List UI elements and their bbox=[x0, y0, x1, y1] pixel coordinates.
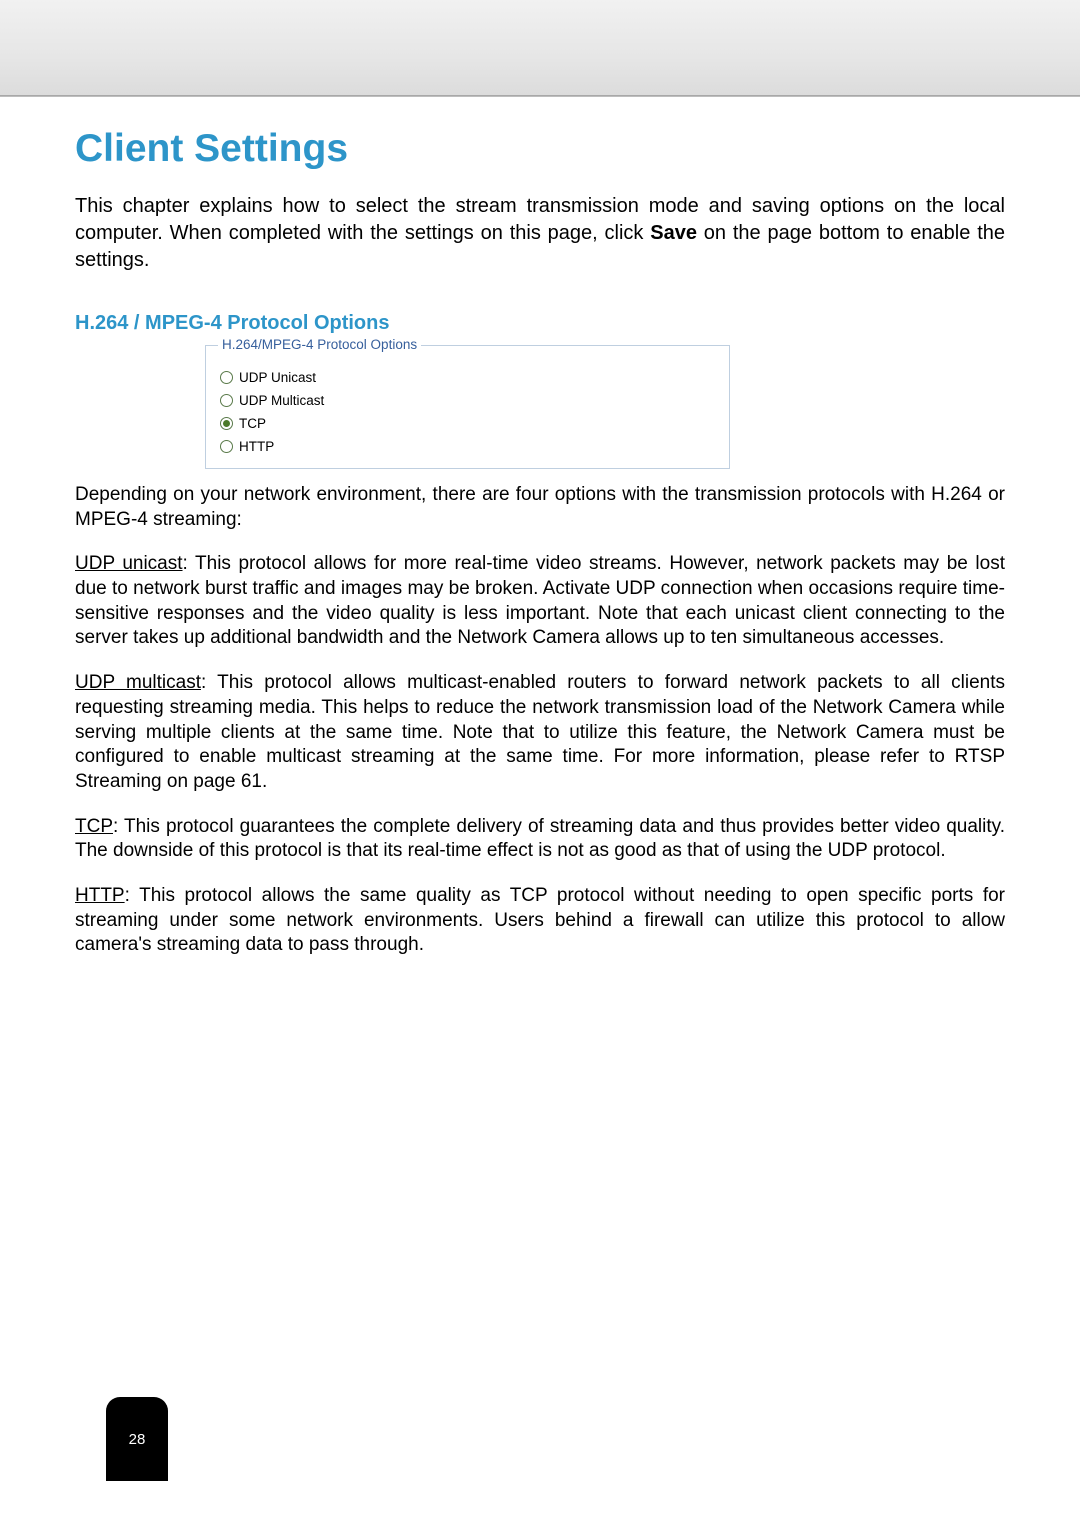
text-tcp: : This protocol guarantees the complete … bbox=[75, 816, 1005, 862]
page-content: Client Settings This chapter explains ho… bbox=[0, 97, 1080, 958]
fieldset-legend: H.264/MPEG-4 Protocol Options bbox=[218, 337, 421, 352]
paragraph-http: HTTP: This protocol allows the same qual… bbox=[75, 884, 1005, 958]
fieldset-box: H.264/MPEG-4 Protocol Options UDP Unicas… bbox=[205, 345, 730, 469]
paragraph-tcp: TCP: This protocol guarantees the comple… bbox=[75, 815, 1005, 864]
option-udp-multicast[interactable]: UDP Multicast bbox=[220, 389, 715, 412]
paragraph-lead: Depending on your network environment, t… bbox=[75, 483, 1005, 532]
text-udp-unicast: : This protocol allows for more real-tim… bbox=[75, 553, 1005, 648]
option-http[interactable]: HTTP bbox=[220, 435, 715, 458]
radio-icon bbox=[220, 371, 233, 384]
header-band bbox=[0, 0, 1080, 95]
option-label: HTTP bbox=[239, 439, 274, 454]
section-heading-protocol-options: H.264 / MPEG-4 Protocol Options bbox=[75, 312, 1005, 335]
page-number-tab: 28 bbox=[106, 1397, 168, 1481]
intro-bold-save: Save bbox=[650, 222, 697, 244]
page-title: Client Settings bbox=[75, 127, 1005, 171]
term-http: HTTP bbox=[75, 885, 125, 906]
option-label: UDP Unicast bbox=[239, 370, 316, 385]
term-udp-unicast: UDP unicast bbox=[75, 553, 183, 574]
page-number: 28 bbox=[129, 1431, 146, 1448]
radio-icon bbox=[220, 394, 233, 407]
option-udp-unicast[interactable]: UDP Unicast bbox=[220, 366, 715, 389]
text-http: : This protocol allows the same quality … bbox=[75, 885, 1005, 955]
text-udp-multicast: : This protocol allows multicast-enabled… bbox=[75, 672, 1005, 792]
term-udp-multicast: UDP multicast bbox=[75, 672, 201, 693]
option-label: TCP bbox=[239, 416, 266, 431]
option-label: UDP Multicast bbox=[239, 393, 324, 408]
paragraph-udp-multicast: UDP multicast: This protocol allows mult… bbox=[75, 671, 1005, 794]
paragraph-udp-unicast: UDP unicast: This protocol allows for mo… bbox=[75, 552, 1005, 651]
document-page: Client Settings This chapter explains ho… bbox=[0, 0, 1080, 1515]
intro-paragraph: This chapter explains how to select the … bbox=[75, 193, 1005, 274]
term-tcp: TCP bbox=[75, 816, 113, 837]
protocol-options-fieldset: H.264/MPEG-4 Protocol Options UDP Unicas… bbox=[205, 345, 730, 469]
option-tcp[interactable]: TCP bbox=[220, 412, 715, 435]
radio-icon bbox=[220, 440, 233, 453]
radio-icon bbox=[220, 417, 233, 430]
